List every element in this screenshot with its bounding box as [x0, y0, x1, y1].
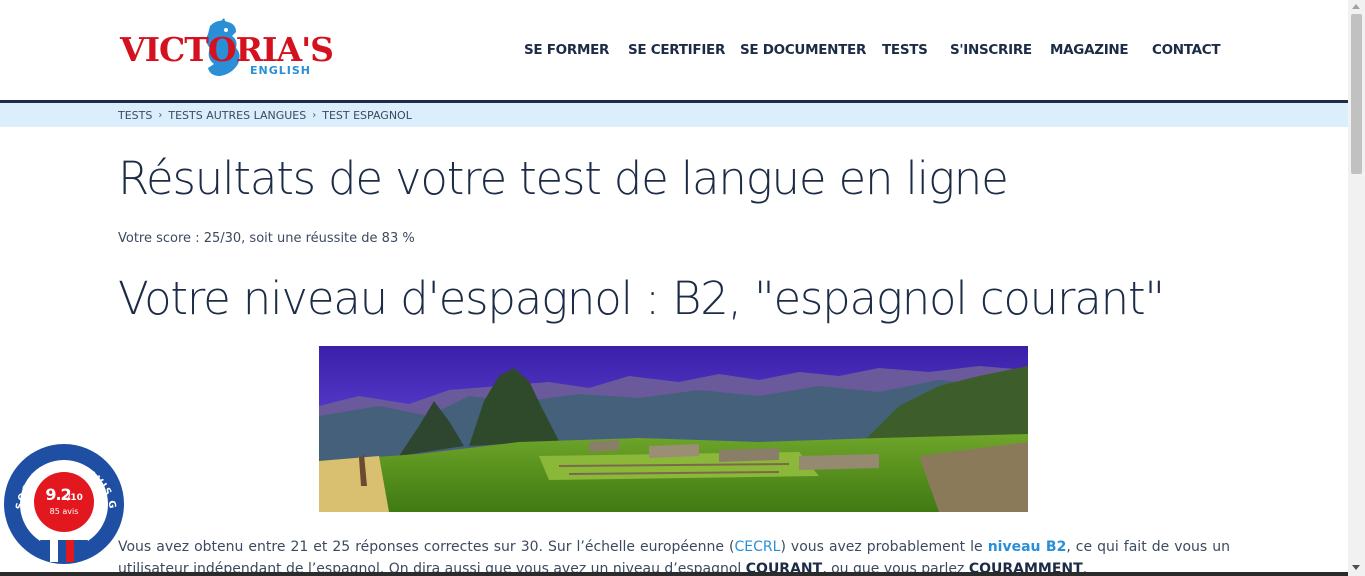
nav-tests[interactable]: TESTS: [882, 42, 928, 58]
scroll-thumb[interactable]: [1351, 14, 1362, 174]
breadcrumb-item-tests-autres-langues[interactable]: TESTS AUTRES LANGUES: [168, 109, 306, 122]
nav-se-documenter[interactable]: SE DOCUMENTER: [740, 42, 866, 58]
nav-magazine[interactable]: MAGAZINE: [1050, 42, 1129, 58]
text-segment: ) vous avez probablement le: [780, 539, 988, 555]
niveau-b2-link[interactable]: niveau B2: [988, 539, 1067, 555]
cecrl-link[interactable]: CECRL: [735, 539, 781, 555]
machu-picchu-panorama-image: [319, 346, 1028, 512]
logo-subtitle: ENGLISH: [250, 64, 311, 77]
scroll-up-icon[interactable]: [1352, 4, 1360, 9]
nav-se-former[interactable]: SE FORMER: [524, 42, 609, 58]
scroll-down-icon[interactable]: [1352, 565, 1360, 570]
site-header: VICTORIA'S ENGLISH SE FORMER SE CERTIFIE…: [0, 0, 1348, 100]
breadcrumb-separator-icon: ›: [158, 109, 163, 121]
page-title: Résultats de votre test de langue en lig…: [118, 152, 1009, 205]
vertical-scrollbar[interactable]: [1348, 0, 1365, 576]
breadcrumb-item-test-espagnol: TEST ESPAGNOL: [322, 108, 412, 122]
text-segment: Vous avez obtenu entre 21 et 25 réponses…: [118, 539, 735, 555]
breadcrumb: TESTS › TESTS AUTRES LANGUES › TEST ESPAGNOL: [118, 108, 412, 122]
badge-out-of: /10: [67, 493, 83, 503]
nav-contact[interactable]: CONTACT: [1152, 42, 1221, 58]
level-heading: Votre niveau d'espagnol : B2, "espagnol …: [118, 272, 1165, 325]
breadcrumb-item-tests[interactable]: TESTS: [118, 109, 152, 122]
badge-count: 85 avis: [50, 507, 79, 516]
score-text: Votre score : 25/30, soit une réussite d…: [118, 231, 415, 246]
breadcrumb-separator-icon: ›: [312, 109, 317, 121]
breadcrumb-bar: TESTS › TESTS AUTRES LANGUES › TEST ESPAGNOL: [0, 103, 1348, 127]
main-nav: SE FORMER SE CERTIFIER SE DOCUMENTER TES…: [0, 42, 1348, 62]
bottom-bar: [0, 572, 1348, 576]
result-description: Vous avez obtenu entre 21 et 25 réponses…: [118, 536, 1230, 576]
nav-sinscrire[interactable]: S'INSCRIRE: [950, 42, 1032, 58]
avis-garantis-badge[interactable]: SOCIÉTÉ DES AVIS GARANTIS 9.2 /10 85 avi…: [0, 428, 130, 576]
nav-se-certifier[interactable]: SE CERTIFIER: [628, 42, 725, 58]
